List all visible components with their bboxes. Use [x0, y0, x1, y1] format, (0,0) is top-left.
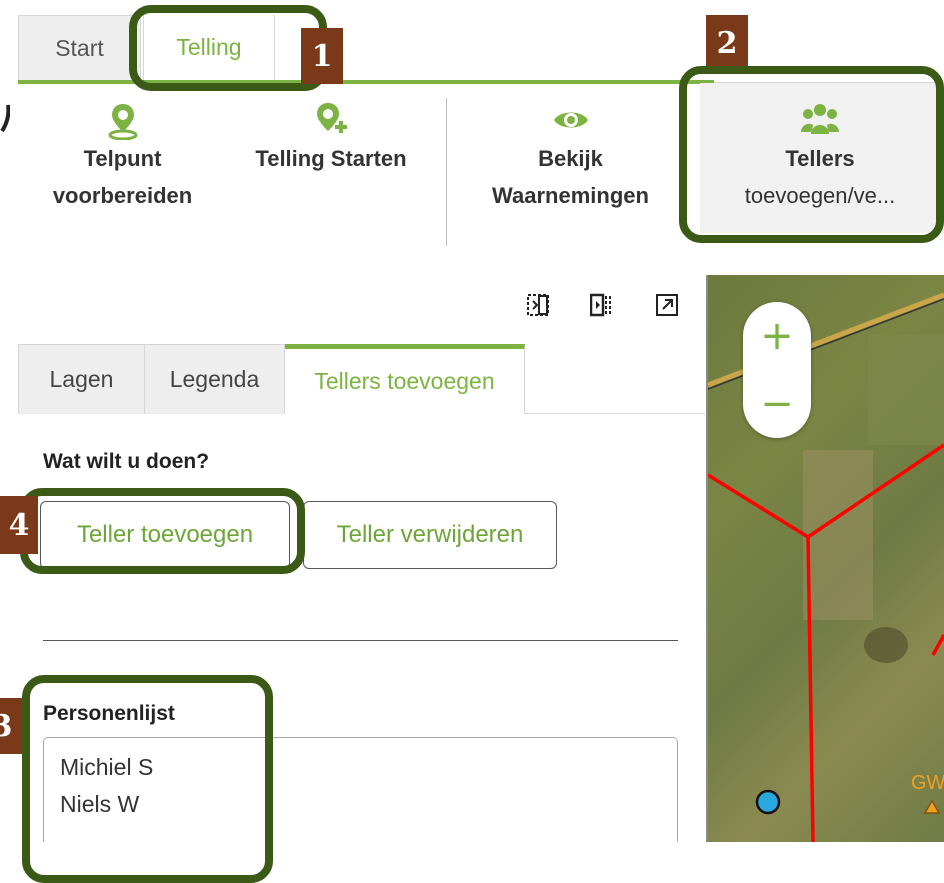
- tab-legenda-label: Legenda: [169, 366, 260, 392]
- tab-tellers-label: Tellers toevoegen: [314, 368, 495, 394]
- callout-badge-3: 3: [0, 698, 22, 754]
- location-pin-plus-icon: [245, 100, 417, 140]
- map-marker-label: GW: [911, 772, 944, 794]
- cursor-fragment: [0, 95, 11, 135]
- callout-badge-4: 4: [0, 496, 38, 554]
- callout-badge-2-number: 2: [716, 25, 738, 61]
- zoom-control: + −: [743, 302, 811, 438]
- tab-legenda[interactable]: Legenda: [145, 344, 285, 414]
- callout-badge-1-number: 1: [311, 38, 333, 74]
- bekijk-label-1: Bekijk: [538, 146, 603, 171]
- ribbon-active-line: [18, 80, 714, 84]
- callout-badge-4-number: 4: [8, 507, 30, 543]
- teller-verwijderen-button[interactable]: Teller verwijderen: [303, 501, 557, 569]
- bekijk-label-2: Waarnemingen: [492, 183, 649, 208]
- tab-tellers-toevoegen[interactable]: Tellers toevoegen: [285, 344, 525, 414]
- telpunt-label-2: voorbereiden: [52, 183, 193, 208]
- telpunt-label-1: Telpunt: [83, 146, 162, 171]
- zoom-out-button[interactable]: −: [743, 370, 811, 438]
- tabs-baseline: [525, 413, 705, 414]
- telling-starten-label: Telling Starten: [255, 146, 407, 171]
- callout-box-4: [20, 488, 305, 574]
- location-pin-icon: [40, 100, 205, 140]
- telling-starten-button[interactable]: Telling Starten: [245, 100, 417, 177]
- callout-badge-2: 2: [706, 15, 748, 71]
- tab-lagen-label: Lagen: [49, 366, 114, 392]
- tab-start-label: Start: [55, 34, 104, 61]
- eye-icon: [478, 100, 663, 140]
- tab-start[interactable]: Start: [18, 15, 141, 80]
- callout-box-2: [679, 66, 944, 243]
- callout-box-1: [129, 5, 327, 91]
- callout-badge-3-number: 3: [0, 708, 13, 744]
- tab-lagen[interactable]: Lagen: [18, 344, 145, 414]
- popout-icon[interactable]: [655, 293, 679, 317]
- bekijk-waarnemingen-button[interactable]: Bekijk Waarnemingen: [478, 100, 663, 214]
- telpunt-voorbereiden-button[interactable]: Telpunt voorbereiden: [40, 100, 205, 214]
- collapse-panel-icon[interactable]: [526, 293, 550, 317]
- zoom-in-button[interactable]: +: [743, 302, 811, 370]
- callout-box-3: [22, 675, 273, 883]
- callout-badge-1: 1: [301, 28, 343, 84]
- question-label: Wat wilt u doen?: [43, 450, 210, 473]
- split-panel-icon[interactable]: [589, 293, 614, 317]
- ribbon-group-divider: [446, 98, 447, 246]
- section-separator: [43, 640, 678, 641]
